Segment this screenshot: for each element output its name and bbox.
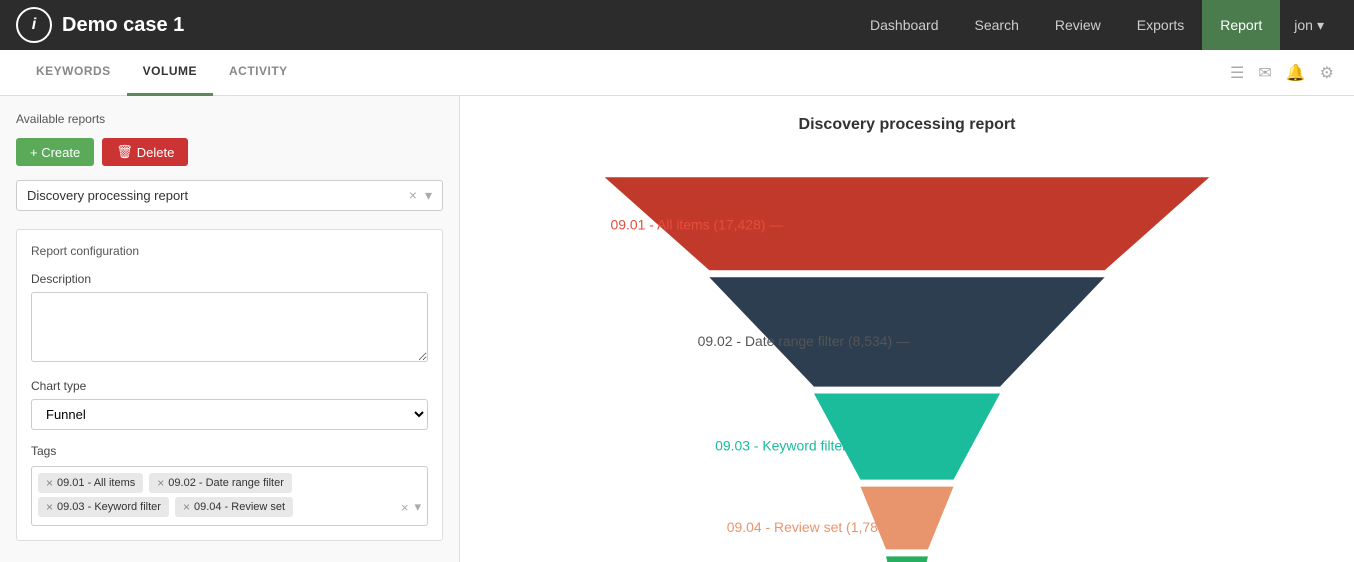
tag-keyword-filter: × 09.03 - Keyword filter [38, 497, 169, 517]
logo-icon: i [16, 7, 52, 43]
tag-x-1[interactable]: × [46, 476, 53, 490]
delete-label: Delete [137, 145, 175, 160]
main-layout: Available reports + Create 🗑 Delete Disc… [0, 96, 1354, 562]
user-dropdown-icon: ▾ [1317, 17, 1324, 34]
funnel-label-2: 09.02 - Date range filter (8,534) — [698, 333, 910, 349]
nav-dashboard[interactable]: Dashboard [852, 0, 957, 50]
chart-title: Discovery processing report [799, 116, 1016, 134]
report-actions: + Create 🗑 Delete [16, 138, 443, 166]
tag-label-4: 09.04 - Review set [194, 501, 285, 513]
header: i Demo case 1 Dashboard Search Review Ex… [0, 0, 1354, 50]
user-menu[interactable]: jon ▾ [1280, 0, 1338, 50]
tag-date-range: × 09.02 - Date range filter [149, 473, 292, 493]
funnel-svg: 09.01 - All items (17,428) — 09.02 - Dat… [500, 154, 1314, 562]
tag-label-1: 09.01 - All items [57, 477, 135, 489]
tab-volume[interactable]: VOLUME [127, 50, 213, 96]
report-select-value: Discovery processing report [27, 188, 409, 203]
tags-dropdown-icon[interactable]: ▾ [414, 499, 421, 515]
tag-all-items: × 09.01 - All items [38, 473, 143, 493]
tag-label-2: 09.02 - Date range filter [168, 477, 284, 489]
tags-row-1: × 09.01 - All items × 09.02 - Date range… [38, 473, 421, 493]
tag-x-3[interactable]: × [46, 500, 53, 514]
bell-icon[interactable]: 🔔 [1286, 63, 1306, 83]
nav-exports[interactable]: Exports [1119, 0, 1202, 50]
tag-x-2[interactable]: × [157, 476, 164, 490]
funnel-chart: 09.01 - All items (17,428) — 09.02 - Dat… [500, 154, 1314, 562]
settings-icon[interactable]: ⚙ [1320, 63, 1334, 83]
delete-button[interactable]: 🗑 Delete [102, 138, 188, 166]
nav-review[interactable]: Review [1037, 0, 1119, 50]
tags-row-2: × 09.03 - Keyword filter × 09.04 - Revie… [38, 497, 421, 517]
username-label: jon [1294, 17, 1313, 33]
tag-label-3: 09.03 - Keyword filter [57, 501, 161, 513]
tab-activity[interactable]: ACTIVITY [213, 50, 304, 96]
funnel-segment-5 [886, 556, 928, 562]
tag-x-4[interactable]: × [183, 500, 190, 514]
chart-type-label: Chart type [31, 379, 428, 393]
chart-type-select[interactable]: Funnel Bar Line Pie [31, 399, 428, 430]
config-title: Report configuration [31, 244, 428, 258]
funnel-label-3: 09.03 - Keyword filter (4,082) — [715, 438, 913, 454]
tags-label: Tags [31, 444, 428, 458]
clear-icon[interactable]: × [409, 187, 417, 204]
funnel-label-4: 09.04 - Review set (1,784) — [727, 519, 908, 535]
funnel-label-1: 09.01 - All items (17,428) — [610, 217, 783, 233]
chevron-down-icon[interactable]: ▾ [425, 187, 432, 204]
sidebar: Available reports + Create 🗑 Delete Disc… [0, 96, 460, 562]
nav-report[interactable]: Report [1202, 0, 1280, 50]
report-select[interactable]: Discovery processing report × ▾ [16, 180, 443, 211]
tags-area: × 09.01 - All items × 09.02 - Date range… [31, 466, 428, 526]
main-nav: Dashboard Search Review Exports Report j… [852, 0, 1338, 50]
available-reports-label: Available reports [16, 112, 443, 126]
nav-search[interactable]: Search [957, 0, 1037, 50]
config-section: Report configuration Description Chart t… [16, 229, 443, 541]
email-icon[interactable]: ✉ [1258, 63, 1271, 83]
tab-keywords[interactable]: KEYWORDS [20, 50, 127, 96]
logo-area: i Demo case 1 [16, 7, 184, 43]
list-icon[interactable]: ☰ [1230, 63, 1244, 83]
create-button[interactable]: + Create [16, 138, 94, 166]
description-textarea[interactable] [31, 292, 428, 362]
description-label: Description [31, 272, 428, 286]
tags-close-icon[interactable]: × [401, 500, 409, 515]
tag-review-set: × 09.04 - Review set [175, 497, 293, 517]
tabs-bar: KEYWORDS VOLUME ACTIVITY ☰ ✉ 🔔 ⚙ [0, 50, 1354, 96]
trash-icon: 🗑 [116, 144, 133, 160]
report-select-controls: × ▾ [409, 187, 432, 204]
chart-area: Discovery processing report 09.01 - All … [460, 96, 1354, 562]
app-title: Demo case 1 [62, 14, 184, 37]
toolbar-icons: ☰ ✉ 🔔 ⚙ [1230, 63, 1334, 83]
